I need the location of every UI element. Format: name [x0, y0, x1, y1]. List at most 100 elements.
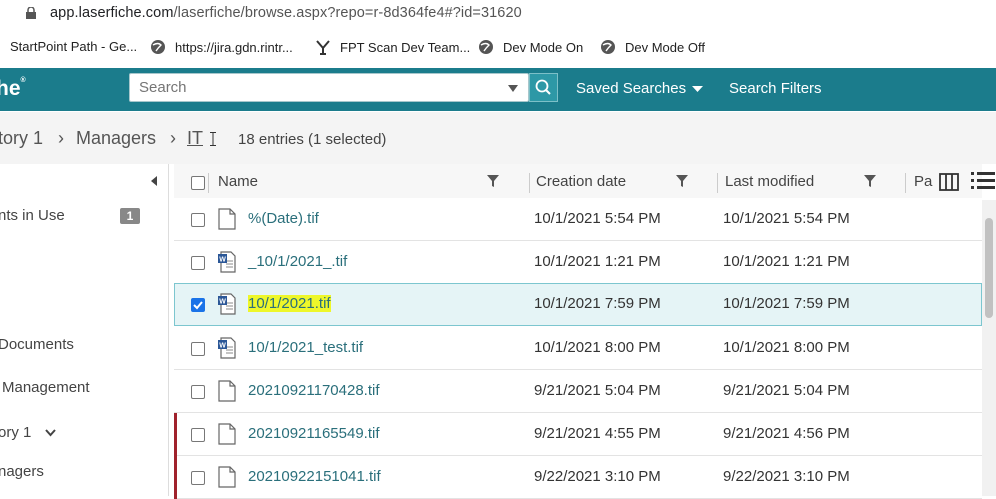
globe-icon — [479, 40, 493, 54]
file-name-link[interactable]: 20210922151041.tif — [248, 468, 381, 485]
table-row[interactable]: 20210921165549.tif 9/21/2021 4:55 PM 9/2… — [174, 413, 982, 456]
breadcrumb: tory 1 › Managers › IT 18 entries (1 sel… — [0, 112, 996, 164]
column-separator[interactable] — [905, 173, 906, 193]
creation-date-cell: 9/21/2021 4:55 PM — [534, 425, 661, 442]
column-separator[interactable] — [717, 173, 718, 193]
vertical-scrollbar[interactable] — [982, 200, 996, 496]
svg-text:W: W — [219, 257, 226, 264]
column-header-name[interactable]: Name — [218, 173, 258, 190]
column-header-last-modified[interactable]: Last modified — [725, 173, 814, 190]
bookmark-fpt[interactable]: FPT Scan Dev Team... — [315, 39, 470, 55]
word-doc-icon: W — [218, 293, 236, 315]
list-view-icon[interactable] — [970, 168, 996, 194]
column-separator[interactable] — [208, 173, 209, 193]
sidebar-item-repository[interactable]: ory 1 — [0, 424, 56, 441]
bookmark-dev-mode-off[interactable]: Dev Mode Off — [600, 39, 705, 55]
bookmark-dev-mode-on[interactable]: Dev Mode On — [478, 39, 583, 55]
globe-icon — [601, 40, 615, 54]
scrollbar-thumb[interactable] — [985, 218, 993, 318]
saved-searches-menu[interactable]: Saved Searches — [576, 80, 704, 97]
table-row-selected[interactable]: W 10/1/2021.tif 10/1/2021 7:59 PM 10/1/2… — [174, 283, 982, 326]
search-filters-button[interactable]: Search Filters — [729, 80, 822, 97]
breadcrumb-separator: › — [170, 128, 176, 148]
row-checkbox[interactable] — [191, 385, 205, 399]
collapse-arrow-icon[interactable] — [150, 176, 158, 186]
creation-date-cell: 10/1/2021 1:21 PM — [534, 253, 661, 270]
highlighted-file-name: 10/1/2021.tif — [248, 295, 331, 312]
last-modified-cell: 9/21/2021 4:56 PM — [723, 425, 850, 442]
row-checkbox[interactable] — [191, 428, 205, 442]
filter-icon[interactable] — [864, 175, 876, 187]
chevron-down-icon[interactable] — [44, 429, 56, 437]
breadcrumb-separator: › — [58, 128, 64, 148]
select-all-checkbox[interactable] — [191, 176, 205, 190]
search-icon — [535, 79, 551, 95]
column-header-creation-date[interactable]: Creation date — [536, 173, 626, 190]
last-modified-cell: 10/1/2021 7:59 PM — [723, 295, 850, 312]
file-name-link[interactable]: _10/1/2021_.tif — [248, 253, 347, 270]
globe-icon — [151, 40, 165, 54]
search-button[interactable] — [529, 73, 558, 102]
app-header: he® Saved Searches Search Filters — [0, 68, 996, 111]
breadcrumb-it[interactable]: IT — [187, 128, 203, 149]
svg-text:W: W — [219, 343, 226, 350]
last-modified-cell: 10/1/2021 8:00 PM — [723, 339, 850, 356]
search-dropdown-icon[interactable] — [508, 85, 518, 92]
file-table: Name Creation date Last modified Pa %(Da… — [174, 164, 996, 499]
flag-marker — [174, 456, 177, 499]
address-bar[interactable]: app.laserfiche.com/laserfiche/browse.asp… — [0, 0, 996, 28]
row-checkbox-checked[interactable] — [191, 298, 205, 312]
sidebar: nts in Use Documents Management ory 1 na… — [0, 164, 169, 496]
bookmark-jira[interactable]: https://jira.gdn.rintr... — [150, 39, 293, 55]
row-checkbox[interactable] — [191, 256, 205, 270]
file-name-link[interactable]: 10/1/2021.tif — [248, 295, 331, 312]
table-row[interactable]: W 10/1/2021_test.tif 10/1/2021 8:00 PM 1… — [174, 327, 982, 370]
table-row[interactable]: %(Date).tif 10/1/2021 5:54 PM 10/1/2021 … — [174, 198, 982, 241]
sidebar-item-management[interactable]: Management — [2, 379, 90, 396]
creation-date-cell: 10/1/2021 8:00 PM — [534, 339, 661, 356]
last-modified-cell: 10/1/2021 5:54 PM — [723, 210, 850, 227]
page-icon — [218, 423, 236, 445]
page-icon — [218, 466, 236, 488]
table-row[interactable]: 20210922151041.tif 9/22/2021 3:10 PM 9/2… — [174, 456, 982, 499]
breadcrumb-managers[interactable]: Managers — [76, 128, 156, 149]
last-modified-cell: 10/1/2021 1:21 PM — [723, 253, 850, 270]
svg-text:W: W — [219, 299, 226, 306]
bookmarks-bar: StartPoint Path - Ge... https://jira.gdn… — [0, 30, 996, 66]
sidebar-item-documents-in-use[interactable]: nts in Use — [0, 207, 65, 224]
file-name-link[interactable]: 20210921165549.tif — [248, 425, 380, 442]
filter-icon[interactable] — [487, 175, 499, 187]
last-modified-cell: 9/21/2021 5:04 PM — [723, 382, 850, 399]
table-header: Name Creation date Last modified Pa — [174, 164, 995, 201]
column-separator[interactable] — [529, 173, 530, 193]
checkmark-icon — [193, 301, 203, 310]
bookmark-startpoint[interactable]: StartPoint Path - Ge... — [10, 39, 137, 54]
sidebar-item-managers[interactable]: nagers — [0, 463, 44, 480]
creation-date-cell: 10/1/2021 7:59 PM — [534, 295, 661, 312]
search-box — [129, 73, 529, 102]
fpt-logo-icon — [316, 40, 330, 55]
entries-count: 18 entries (1 selected) — [238, 131, 387, 148]
sidebar-item-documents[interactable]: Documents — [0, 336, 74, 353]
column-view-icon[interactable] — [938, 171, 960, 193]
table-row[interactable]: 20210921170428.tif 9/21/2021 5:04 PM 9/2… — [174, 370, 982, 413]
row-checkbox[interactable] — [191, 471, 205, 485]
creation-date-cell: 9/21/2021 5:04 PM — [534, 382, 661, 399]
file-name-link[interactable]: %(Date).tif — [248, 210, 319, 227]
row-checkbox[interactable] — [191, 213, 205, 227]
text-cursor-icon — [210, 132, 216, 146]
file-name-link[interactable]: 20210921170428.tif — [248, 382, 380, 399]
breadcrumb-repository[interactable]: tory 1 — [0, 128, 43, 149]
caret-down-icon — [692, 86, 704, 92]
search-input[interactable] — [139, 79, 499, 96]
page-icon — [218, 208, 236, 230]
file-name-link[interactable]: 10/1/2021_test.tif — [248, 339, 363, 356]
filter-icon[interactable] — [676, 175, 688, 187]
last-modified-cell: 9/22/2021 3:10 PM — [723, 468, 850, 485]
url-text: app.laserfiche.com/laserfiche/browse.asp… — [50, 5, 522, 21]
column-header-pages[interactable]: Pa — [914, 173, 932, 190]
app-logo[interactable]: he® — [0, 77, 26, 101]
count-badge: 1 — [120, 208, 140, 224]
table-row[interactable]: W _10/1/2021_.tif 10/1/2021 1:21 PM 10/1… — [174, 241, 982, 284]
row-checkbox[interactable] — [191, 342, 205, 356]
